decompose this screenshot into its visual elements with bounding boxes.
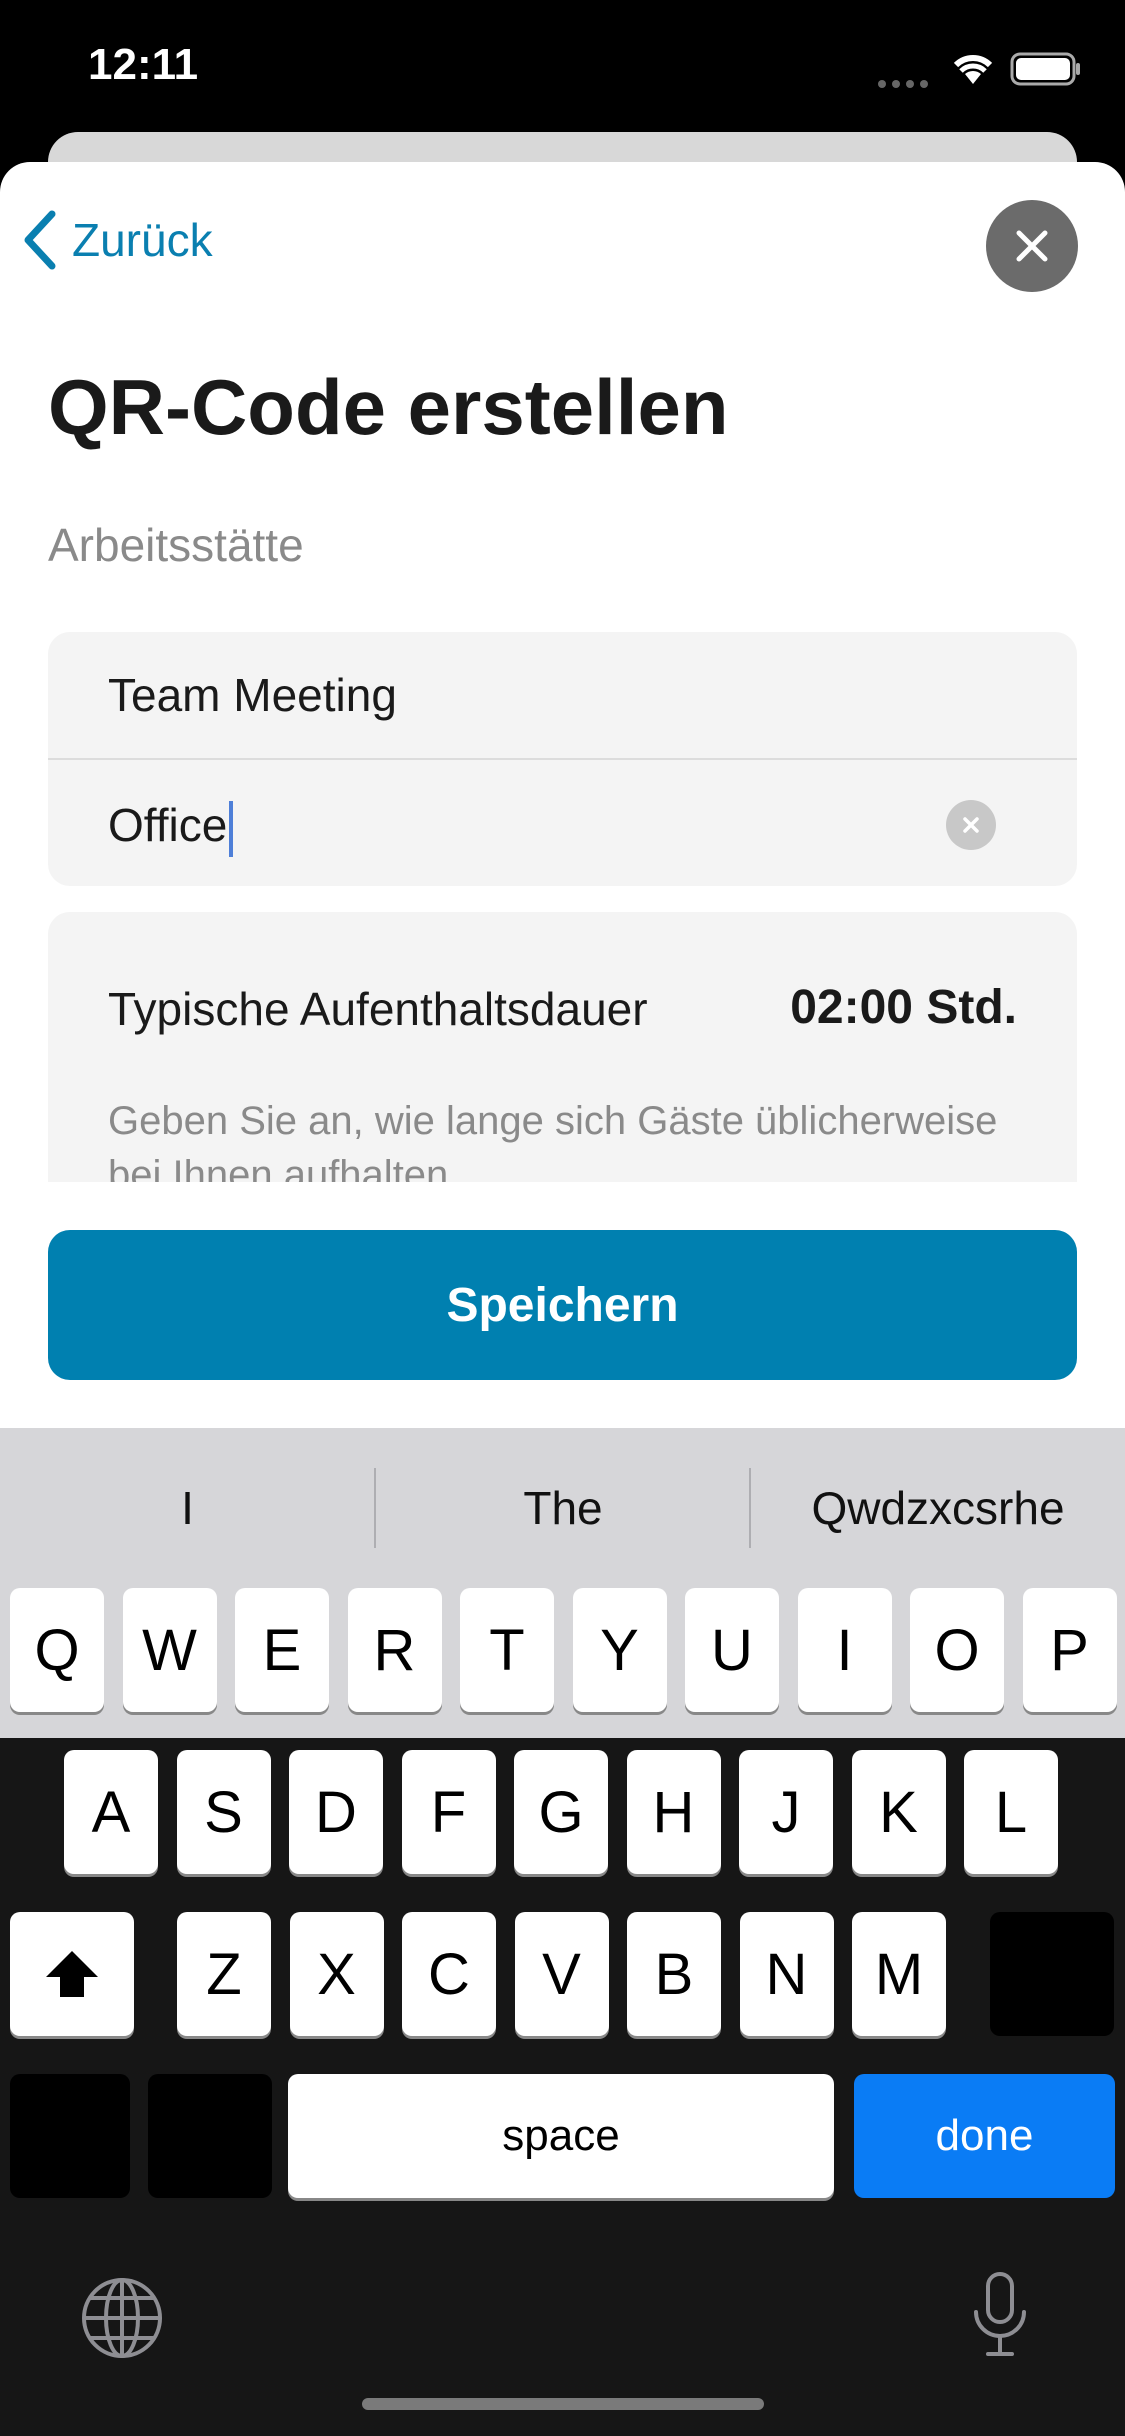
key-g[interactable]: G: [514, 1750, 608, 1874]
key-i[interactable]: I: [797, 1588, 892, 1712]
key-a[interactable]: A: [64, 1750, 158, 1874]
key-e[interactable]: E: [235, 1588, 329, 1712]
close-icon: [1016, 230, 1048, 262]
shift-key[interactable]: [10, 1912, 134, 2036]
key-x[interactable]: X: [289, 1912, 384, 2036]
shift-icon: [46, 1951, 98, 1997]
key-v[interactable]: V: [514, 1912, 609, 2036]
duration-hint: Geben Sie an, wie lange sich Gäste üblic…: [108, 1099, 998, 1182]
section-label: Arbeitsstätte: [48, 519, 304, 571]
wifi-icon: [950, 50, 996, 91]
battery-icon: [1010, 52, 1082, 91]
close-button[interactable]: [986, 200, 1078, 292]
clear-text-icon[interactable]: [946, 800, 996, 850]
suggestion-3[interactable]: Qwdzxcsrhe: [751, 1468, 1125, 1548]
key-j[interactable]: J: [739, 1750, 833, 1874]
back-label: Zurück: [72, 214, 213, 266]
key-b[interactable]: B: [627, 1912, 721, 2036]
key-h[interactable]: H: [626, 1750, 721, 1874]
key-t[interactable]: T: [460, 1588, 554, 1712]
location-field-value: Office: [108, 799, 228, 851]
location-field[interactable]: Office: [108, 798, 234, 857]
divider: [48, 758, 1077, 760]
name-field[interactable]: Team Meeting: [108, 668, 397, 722]
duration-value[interactable]: 02:00 Std.: [790, 980, 1017, 1035]
key-n[interactable]: N: [739, 1912, 834, 2036]
page-title: QR-Code erstellen: [48, 363, 729, 451]
key-c[interactable]: C: [402, 1912, 496, 2036]
globe-icon[interactable]: [80, 2276, 164, 2365]
text-caret: [229, 800, 234, 857]
suggestion-1[interactable]: I: [0, 1468, 375, 1548]
emoji-key[interactable]: [148, 2074, 272, 2198]
key-k[interactable]: K: [851, 1750, 946, 1874]
key-f[interactable]: F: [401, 1750, 496, 1874]
key-l[interactable]: L: [964, 1750, 1058, 1874]
key-s[interactable]: S: [176, 1750, 271, 1874]
key-o[interactable]: O: [910, 1588, 1004, 1712]
back-button[interactable]: Zurück: [22, 210, 213, 270]
name-form-group: Team Meeting Office: [48, 632, 1077, 886]
status-time: 12:11: [88, 40, 199, 89]
key-z[interactable]: Z: [177, 1912, 271, 2036]
home-indicator: [362, 2398, 764, 2410]
key-r[interactable]: R: [347, 1588, 442, 1712]
key-p[interactable]: P: [1022, 1588, 1117, 1712]
key-q[interactable]: Q: [10, 1588, 104, 1712]
suggestion-2[interactable]: The: [376, 1468, 750, 1548]
key-u[interactable]: U: [685, 1588, 779, 1712]
key-y[interactable]: Y: [572, 1588, 667, 1712]
key-d[interactable]: D: [289, 1750, 383, 1874]
key-m[interactable]: M: [852, 1912, 946, 2036]
duration-group[interactable]: Typische Aufenthaltsdauer 02:00 Std. Geb…: [48, 912, 1077, 1182]
backspace-key[interactable]: [990, 1912, 1114, 2036]
save-button[interactable]: Speichern: [48, 1230, 1077, 1380]
key-w[interactable]: W: [122, 1588, 217, 1712]
duration-label: Typische Aufenthaltsdauer: [108, 983, 648, 1035]
microphone-icon[interactable]: [970, 2270, 1030, 2365]
chevron-left-icon: [24, 210, 56, 270]
space-key[interactable]: space: [288, 2074, 834, 2198]
numbers-key[interactable]: [10, 2074, 130, 2198]
done-key[interactable]: done: [854, 2074, 1115, 2198]
signal-icon: [878, 75, 934, 93]
